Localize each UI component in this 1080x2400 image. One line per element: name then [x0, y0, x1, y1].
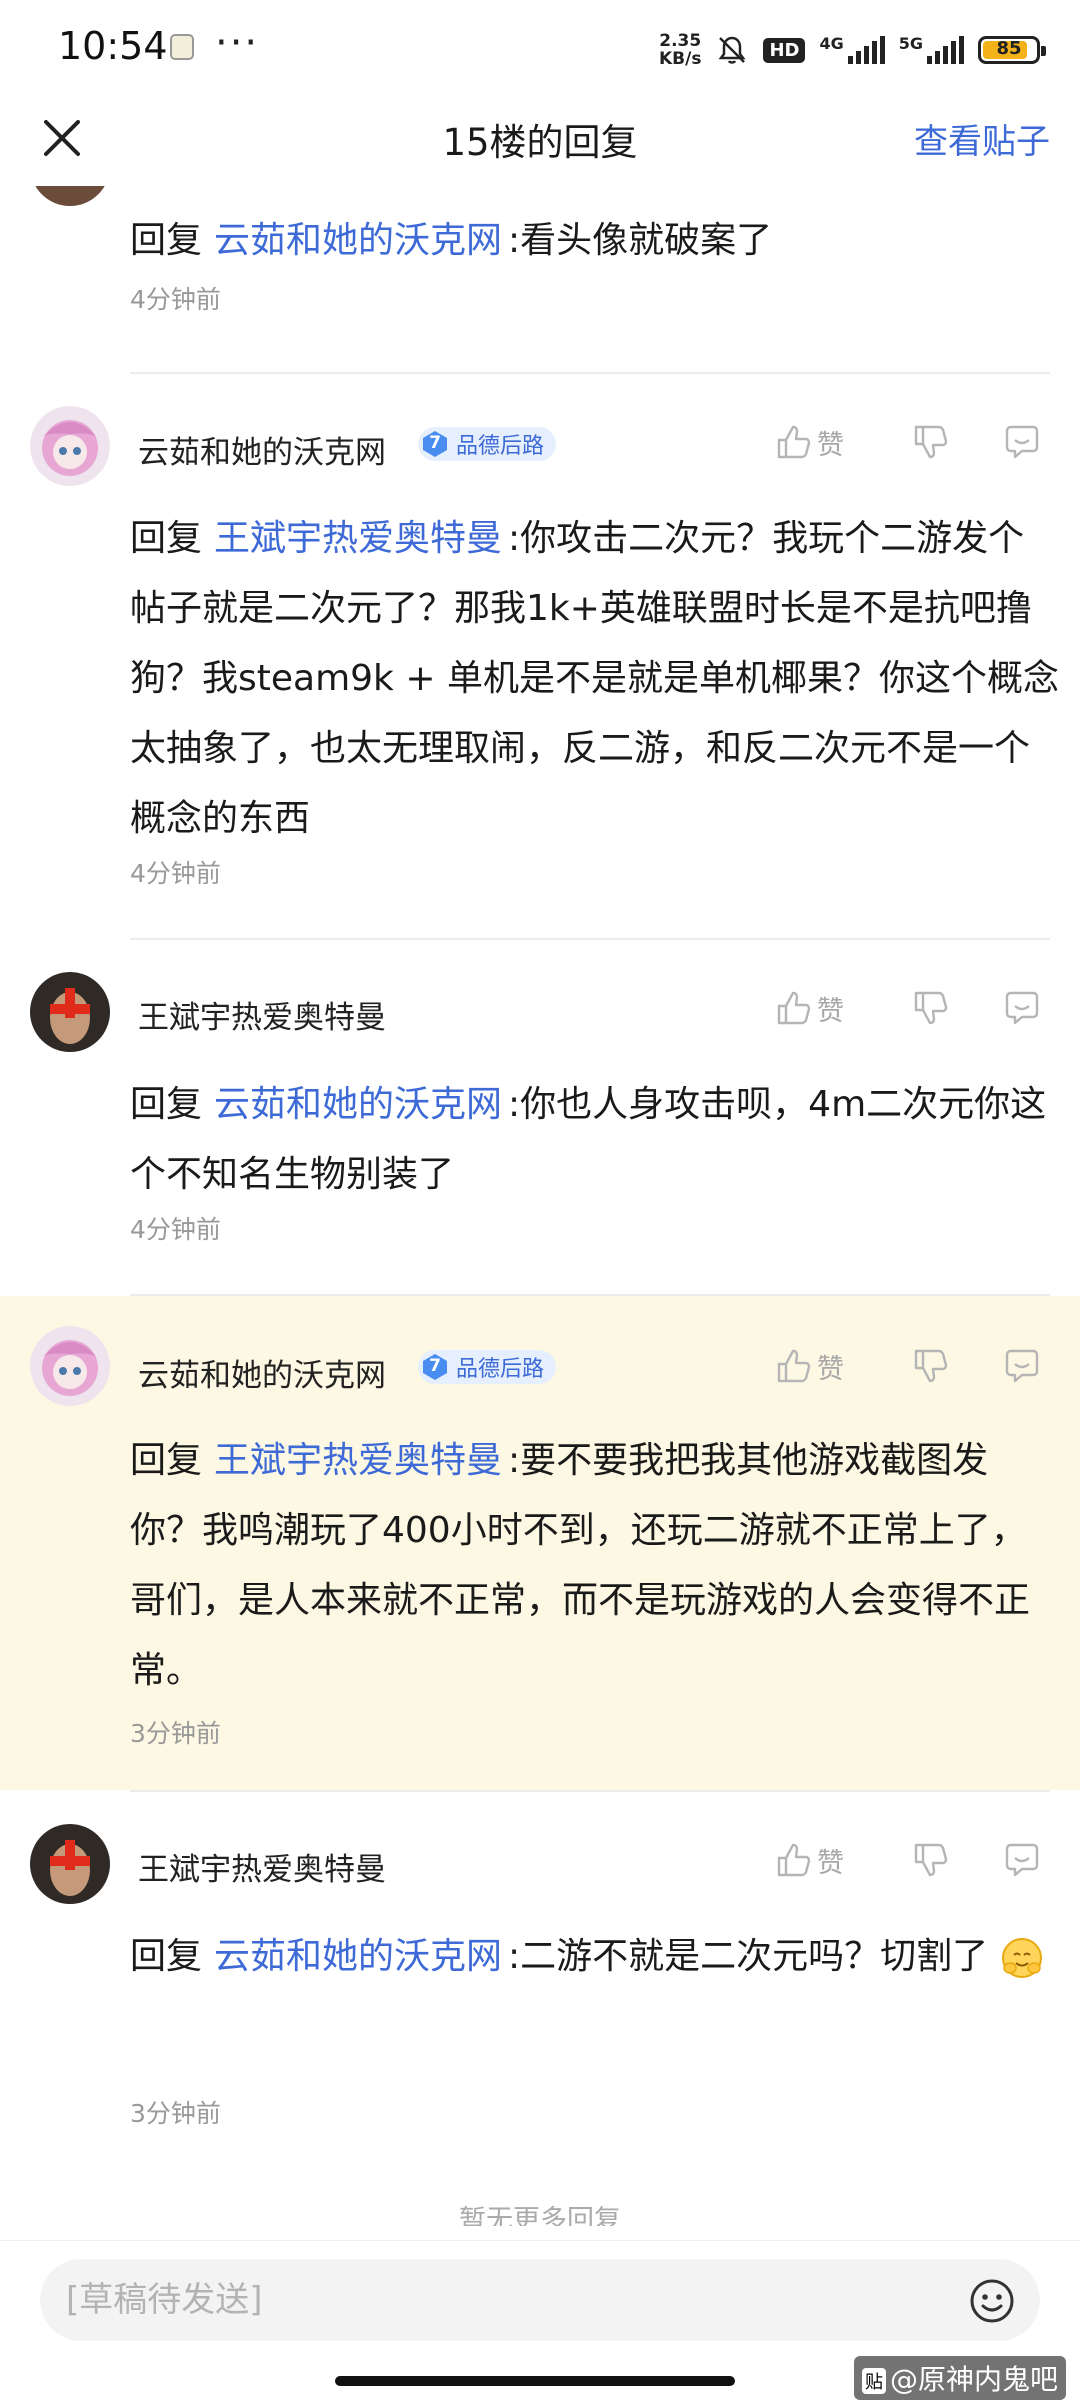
- like-button[interactable]: 赞: [773, 1346, 858, 1386]
- comment-icon[interactable]: [1002, 1840, 1042, 1880]
- level-name: 品德后路: [456, 1357, 545, 1382]
- level-number: 7: [429, 433, 441, 453]
- mention-link[interactable]: 云茹和她的沃克网: [214, 220, 502, 261]
- reply-list[interactable]: 回复 云茹和她的沃克网:看头像就破案了 4分钟前 云茹和她的沃克网 7 品德后路 …: [0, 186, 1080, 2226]
- battery-icon: 85: [978, 36, 1046, 64]
- username[interactable]: 云茹和她的沃克网: [138, 427, 386, 472]
- reply-prefix: 回复: [130, 1084, 203, 1125]
- comment-icon[interactable]: [1002, 988, 1042, 1028]
- view-post-link[interactable]: 查看贴子: [914, 114, 1050, 163]
- reply-time: 3分钟前: [130, 1719, 221, 1748]
- reply-input-bar: [0, 2240, 1080, 2359]
- username[interactable]: 云茹和她的沃克网: [138, 1350, 386, 1395]
- reply-actions: 赞: [773, 1346, 1042, 1386]
- tieba-logo-icon: 贴: [861, 2368, 886, 2394]
- level-number: 7: [429, 1356, 441, 1376]
- reply-prefix: 回复: [130, 1440, 203, 1481]
- mute-bell-icon: [718, 36, 746, 64]
- like-button[interactable]: 赞: [773, 1840, 858, 1880]
- thumbs-down-icon[interactable]: [910, 422, 950, 462]
- like-button[interactable]: 赞: [773, 988, 858, 1028]
- mention-link[interactable]: 云茹和她的沃克网: [214, 1936, 502, 1977]
- reply-input[interactable]: [40, 2259, 1040, 2341]
- reply-prefix: 回复: [130, 1936, 203, 1977]
- level-gem-icon: 7: [420, 429, 450, 459]
- reply-content: 回复 云茹和她的沃克网:你也人身攻击呗，4m二次元你这个不知名生物别装了: [130, 1070, 1060, 1210]
- username[interactable]: 王斌宇热爱奥特曼: [138, 992, 386, 1037]
- reply-actions: 赞: [773, 422, 1042, 462]
- watermark: 贴 @原神内鬼吧: [853, 2356, 1066, 2400]
- reply-actions: 赞: [773, 988, 1042, 1028]
- top-bar: 15楼的回复 查看贴子: [0, 96, 1080, 186]
- avatar[interactable]: [30, 972, 110, 1052]
- notification-app-icon: [170, 34, 194, 60]
- emoji-icon[interactable]: [968, 2277, 1016, 2325]
- thumbs-down-icon[interactable]: [910, 1346, 950, 1386]
- reply-item: 王斌宇热爱奥特曼 赞 回复 云茹和她的沃克网:你也人身攻击呗，4m二次元你这个不知…: [0, 940, 1080, 1280]
- thumbs-up-icon: [777, 425, 811, 459]
- level-name: 品德后路: [456, 434, 545, 459]
- more-notifications-icon: ···: [215, 20, 260, 66]
- username[interactable]: 王斌宇热爱奥特曼: [138, 1844, 386, 1889]
- thumbs-down-icon[interactable]: [910, 1840, 950, 1880]
- reply-time: 4分钟前: [130, 1215, 221, 1244]
- reply-item-highlighted: 云茹和她的沃克网 7 品德后路 赞 回复 王斌宇热爱奥特曼:要不要我把我其他游戏截…: [0, 1296, 1080, 1790]
- level-gem-icon: 7: [420, 1352, 450, 1382]
- network-type-5g: 5G: [898, 33, 923, 53]
- signal-strength-icon-2: [927, 36, 964, 64]
- status-indicators: 2.35 KB/s HD 4G 5G 85: [659, 28, 1046, 72]
- status-bar: 10:54 ··· 2.35 KB/s HD 4G 5G 85: [0, 0, 1080, 96]
- like-label: 赞: [817, 1353, 844, 1385]
- reply-content: 回复 王斌宇热爱奥特曼:你攻击二次元？我玩个二游发个帖子就是二次元了？那我1k+英…: [130, 504, 1060, 854]
- reply-item: 王斌宇热爱奥特曼 赞 回复 云茹和她的沃克网:二游不就是二次元吗？切割了 3分钟前: [0, 1792, 1080, 2172]
- avatar[interactable]: [30, 186, 110, 206]
- reply-time: 3分钟前: [130, 2099, 221, 2128]
- reply-text: :看头像就破案了: [508, 220, 773, 261]
- reply-prefix: 回复: [130, 518, 203, 559]
- level-badge: 7 品德后路: [418, 1350, 557, 1384]
- reply-text: :你攻击二次元？我玩个二游发个帖子就是二次元了？那我1k+英雄联盟时长是不是抗吧…: [130, 518, 1059, 839]
- like-label: 赞: [817, 429, 844, 461]
- avatar[interactable]: [30, 1824, 110, 1904]
- home-indicator[interactable]: [335, 2376, 735, 2386]
- watermark-text: @原神内鬼吧: [889, 2363, 1058, 2396]
- reply-item: 云茹和她的沃克网 7 品德后路 赞 回复 王斌宇热爱奥特曼:你攻击二次元？我玩个二…: [0, 374, 1080, 924]
- thumbs-up-icon: [777, 1843, 811, 1877]
- like-label: 赞: [817, 1847, 844, 1879]
- signal-strength-icon: [847, 36, 885, 64]
- comment-icon[interactable]: [1002, 1346, 1042, 1386]
- like-button[interactable]: 赞: [773, 422, 858, 462]
- thumbs-down-icon[interactable]: [910, 988, 950, 1028]
- reply-content: 回复 云茹和她的沃克网:看头像就破案了: [130, 206, 1060, 276]
- hug-emoji-icon: [1001, 1938, 1042, 1978]
- reply-content: 回复 云茹和她的沃克网:二游不就是二次元吗？切割了: [130, 1922, 1060, 1992]
- thumbs-up-icon: [777, 1349, 811, 1383]
- reply-time: 4分钟前: [130, 285, 221, 314]
- battery-level: 85: [996, 38, 1022, 59]
- no-more-replies: 暂无更多回复: [459, 2205, 621, 2226]
- reply-content: 回复 王斌宇热爱奥特曼:要不要我把我其他游戏截图发你？我鸣潮玩了400小时不到，还…: [130, 1426, 1060, 1706]
- level-badge: 7 品德后路: [418, 427, 557, 461]
- hd-voice-icon: HD: [763, 37, 806, 63]
- reply-text: :二游不就是二次元吗？切割了: [508, 1936, 989, 1977]
- mention-link[interactable]: 王斌宇热爱奥特曼: [214, 1440, 502, 1481]
- mention-link[interactable]: 王斌宇热爱奥特曼: [214, 518, 502, 559]
- status-time: 10:54: [58, 24, 168, 68]
- avatar[interactable]: [30, 1326, 110, 1406]
- network-type-4g: 4G: [819, 33, 844, 53]
- network-speed: 2.35 KB/s: [659, 32, 701, 68]
- comment-icon[interactable]: [1002, 422, 1042, 462]
- reply-actions: 赞: [773, 1840, 1042, 1880]
- network-speed-value: 2.35: [659, 31, 702, 51]
- avatar[interactable]: [30, 406, 110, 486]
- reply-prefix: 回复: [130, 220, 203, 261]
- like-label: 赞: [817, 995, 844, 1027]
- thumbs-up-icon: [777, 991, 811, 1025]
- reply-time: 4分钟前: [130, 859, 221, 888]
- mention-link[interactable]: 云茹和她的沃克网: [214, 1084, 502, 1125]
- network-speed-unit: KB/s: [658, 49, 702, 69]
